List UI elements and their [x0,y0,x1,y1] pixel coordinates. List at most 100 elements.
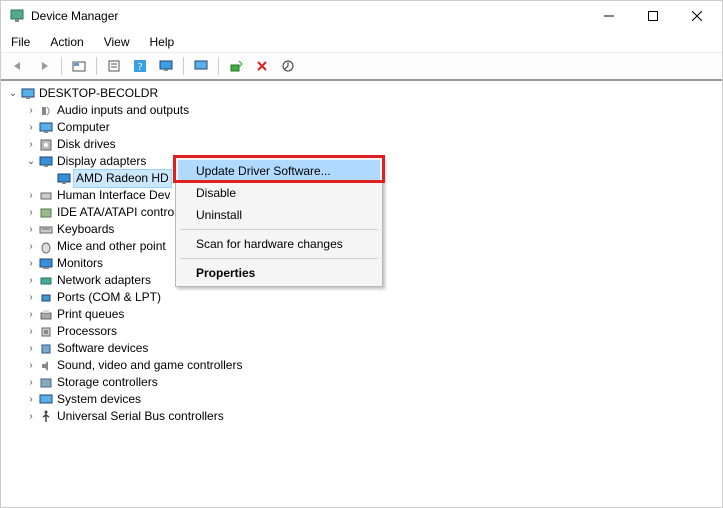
device-tree[interactable]: ⌄ DESKTOP-BECOLDR › Audio inputs and outp… [1,81,722,505]
tree-node-label: Universal Serial Bus controllers [57,408,224,425]
expand-icon[interactable]: › [25,374,37,391]
tree-node-label: Software devices [57,340,148,357]
minimize-button[interactable] [596,6,622,26]
computer-icon[interactable] [155,55,177,77]
expand-icon[interactable]: › [25,119,37,136]
menu-bar: File Action View Help [1,31,722,53]
context-menu-separator [180,229,378,230]
tree-node[interactable]: › Disk drives [7,136,716,153]
app-icon [9,8,25,24]
cpu-icon [38,324,54,340]
audio-icon [38,103,54,119]
expand-icon[interactable]: › [25,340,37,357]
storage-icon [38,375,54,391]
system-icon [38,392,54,408]
tree-node[interactable]: › Computer [7,119,716,136]
svg-text:?: ? [138,61,143,73]
expand-icon[interactable]: › [25,408,37,425]
tree-node-label: Human Interface Dev [57,187,170,204]
disk-icon [38,137,54,153]
properties-icon[interactable] [103,55,125,77]
tree-node-label: System devices [57,391,141,408]
maximize-button[interactable] [640,6,666,26]
menu-file[interactable]: File [7,33,34,51]
remove-icon[interactable] [251,55,273,77]
window-title: Device Manager [31,9,596,23]
toolbar: ? [1,53,722,81]
expand-icon[interactable]: › [25,357,37,374]
forward-icon[interactable] [33,55,55,77]
computer-icon [38,120,54,136]
expand-icon[interactable]: › [25,136,37,153]
window-buttons [596,6,710,26]
tree-node-label: Print queues [57,306,124,323]
expand-icon[interactable]: › [25,272,37,289]
expand-icon[interactable]: › [25,255,37,272]
tree-node[interactable]: › Print queues [7,306,716,323]
close-button[interactable] [684,6,710,26]
tree-node-label: Network adapters [57,272,151,289]
expand-icon[interactable]: › [25,204,37,221]
tree-node[interactable]: › Ports (COM & LPT) [7,289,716,306]
tree-node[interactable]: › Storage controllers [7,374,716,391]
tree-node-label: Computer [57,119,110,136]
collapse-icon[interactable]: ⌄ [7,85,19,102]
expand-icon[interactable]: › [25,306,37,323]
menu-help[interactable]: Help [146,33,179,51]
context-menu-item[interactable]: Uninstall [178,204,380,226]
menu-view[interactable]: View [100,33,134,51]
context-menu-item[interactable]: Properties [178,262,380,284]
expand-icon[interactable]: › [25,187,37,204]
expand-icon[interactable]: › [25,238,37,255]
tree-node[interactable]: › Software devices [7,340,716,357]
context-menu-item[interactable]: Disable [178,182,380,204]
add-device-icon[interactable] [225,55,247,77]
expand-icon[interactable]: › [25,323,37,340]
title-bar: Device Manager [1,1,722,31]
expand-icon[interactable]: › [25,391,37,408]
hid-icon [38,188,54,204]
printer-icon [38,307,54,323]
mouse-icon [38,239,54,255]
tree-node-label: Audio inputs and outputs [57,102,189,119]
tree-node[interactable]: › System devices [7,391,716,408]
back-icon[interactable] [7,55,29,77]
show-hidden-icon[interactable] [68,55,90,77]
tree-node[interactable]: › Processors [7,323,716,340]
help-icon[interactable]: ? [129,55,151,77]
context-menu: Update Driver Software...DisableUninstal… [175,157,383,287]
update-icon[interactable] [277,55,299,77]
monitor-icon [38,256,54,272]
tree-node-label: Ports (COM & LPT) [57,289,161,306]
tree-node-label: AMD Radeon HD [73,169,172,188]
tree-node-label: Storage controllers [57,374,158,391]
expand-icon[interactable]: › [25,289,37,306]
menu-action[interactable]: Action [46,33,87,51]
tree-node[interactable]: › Sound, video and game controllers [7,357,716,374]
port-icon [38,290,54,306]
usb-icon [38,409,54,425]
toolbar-separator [183,57,184,75]
tree-node[interactable]: › Audio inputs and outputs [7,102,716,119]
display-icon [38,154,54,170]
expand-icon[interactable]: › [25,221,37,238]
tree-root[interactable]: ⌄ DESKTOP-BECOLDR [7,85,716,102]
tree-node-label: Processors [57,323,117,340]
context-menu-separator [180,258,378,259]
context-menu-item[interactable]: Scan for hardware changes [178,233,380,255]
scan-hardware-icon[interactable] [190,55,212,77]
tree-node-label: Sound, video and game controllers [57,357,242,374]
collapse-icon[interactable]: ⌄ [25,153,37,170]
tree-node-label: Disk drives [57,136,116,153]
network-icon [38,273,54,289]
tree-root-label: DESKTOP-BECOLDR [39,85,158,102]
expand-icon[interactable]: › [25,102,37,119]
software-icon [38,341,54,357]
display-icon [56,171,72,187]
toolbar-separator [61,57,62,75]
tree-node-label: IDE ATA/ATAPI contro [57,204,174,221]
tree-node[interactable]: › Universal Serial Bus controllers [7,408,716,425]
context-menu-item[interactable]: Update Driver Software... [178,160,380,182]
sound-icon [38,358,54,374]
computer-root-icon [20,86,36,102]
